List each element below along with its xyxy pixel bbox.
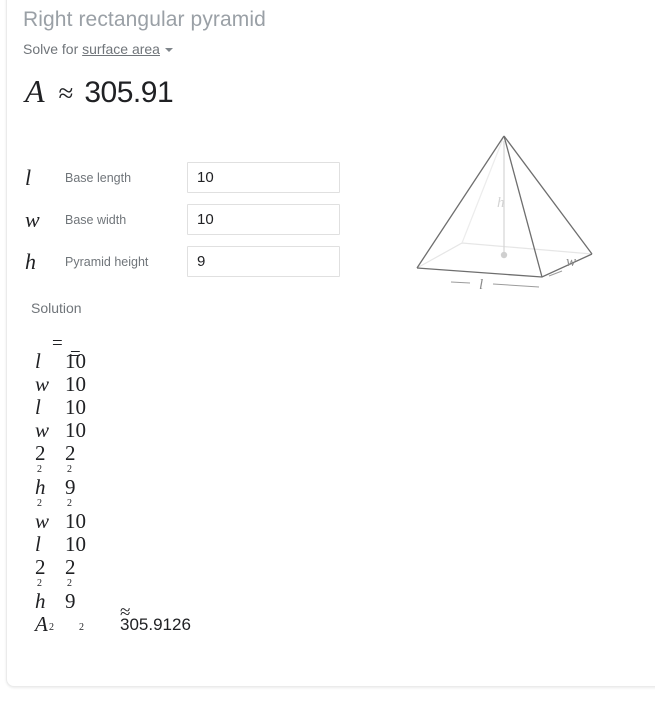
- result-symbol: A: [25, 73, 45, 109]
- solution-rows: l 10 w 10 l 10 w 10 2 2 2 2 h 9 2 2 w 10 l 10 2 2 2 2 h 9: [25, 350, 345, 613]
- page-title: Right rectangular pyramid: [23, 8, 266, 31]
- solution-label: Solution: [31, 300, 82, 316]
- solve-for-label: Solve for: [23, 41, 79, 57]
- solution-row-term-b: 9: [65, 475, 76, 499]
- solution-row: w 10: [25, 510, 345, 533]
- solution-row-term-b: 2: [65, 555, 76, 579]
- solution-row-term-a: w: [35, 418, 50, 442]
- solution-row: l 10: [25, 350, 345, 373]
- length-leader-right: [492, 283, 540, 288]
- pyramid-svg: l w h: [416, 135, 593, 293]
- field-row-pyramid-height: h Pyramid height: [25, 246, 355, 277]
- pyramid-lateral-edge-front: [503, 135, 543, 278]
- field-row-base-length: l Base length: [25, 162, 355, 193]
- field-symbol-h: h: [25, 248, 36, 274]
- diagram-label-length: l: [479, 277, 483, 293]
- base-width-input[interactable]: [187, 204, 340, 235]
- solution-row: l 10: [25, 533, 345, 556]
- solution-row-term-b: 10: [65, 349, 86, 373]
- pyramid-lateral-edge-left: [416, 135, 505, 269]
- final-symbol: A: [35, 612, 48, 636]
- field-label-pyramid-height: Pyramid height: [65, 254, 149, 269]
- solution-body: = = l 10 w 10 l 10 w 10 2 2 2 2 h 9 2 2 w 10 l 10 2 2 2 2 h 9 ≈ A…: [25, 333, 345, 636]
- calculator-card: Right rectangular pyramid Solve for surf…: [6, 0, 655, 687]
- solution-row-term-b: 9: [65, 589, 76, 613]
- solution-row-term-b: 10: [65, 395, 86, 419]
- pyramid-height-input[interactable]: [187, 246, 340, 277]
- solve-for-dropdown[interactable]: surface area: [82, 41, 160, 57]
- diagram-label-height: h: [497, 195, 505, 211]
- field-row-base-width: w Base width: [25, 204, 355, 235]
- field-symbol-l: l: [25, 164, 32, 190]
- field-label-base-width: Base width: [65, 212, 127, 227]
- solution-row-term-b: 10: [65, 418, 86, 442]
- field-label-base-length: Base length: [65, 170, 132, 185]
- diagram-label-width: w: [566, 254, 576, 270]
- solution-row-term-a: h: [35, 589, 46, 613]
- solution-exponent-a: 2: [37, 578, 42, 589]
- solution-exponent-a: 2: [37, 498, 42, 509]
- chevron-down-icon[interactable]: [164, 48, 173, 52]
- solution-row-term-a: l: [35, 532, 41, 556]
- final-value: 305.9126: [120, 615, 191, 634]
- solution-row-term-a: w: [35, 509, 50, 533]
- pyramid-lateral-edge-right: [503, 135, 593, 255]
- solution-exponent-b: 2: [67, 464, 72, 475]
- final-sub-b: 2: [79, 622, 84, 633]
- length-leader-left: [450, 281, 471, 284]
- solution-row-term-b: 10: [65, 532, 86, 556]
- solution-row: w 10: [25, 373, 345, 396]
- solution-exponent-b: 2: [67, 578, 72, 589]
- solution-row: 22: [25, 556, 345, 579]
- solution-row: h9: [25, 476, 345, 499]
- solution-exponent-a: 2: [37, 464, 42, 475]
- solution-row: 22: [25, 442, 345, 465]
- solution-row-term-a: 2: [35, 441, 46, 465]
- solution-row-term-b: 2: [65, 441, 76, 465]
- solution-exponent-b: 2: [67, 498, 72, 509]
- solve-for-row: Solve for surface area: [23, 41, 173, 57]
- solution-row: l 10: [25, 396, 345, 419]
- solution-final-row: ≈ A 305.9126 2 2: [25, 602, 345, 636]
- final-sub-a: 2: [49, 622, 54, 633]
- solution-row: h9: [25, 590, 345, 613]
- solution-row-term-b: 10: [65, 509, 86, 533]
- right-rectangular-pyramid-diagram: l w h: [399, 119, 619, 299]
- result-value: 305.91: [84, 76, 174, 109]
- solution-row-term-a: h: [35, 475, 46, 499]
- solution-row-term-b: 10: [65, 372, 86, 396]
- solution-row-term-a: l: [35, 349, 41, 373]
- base-length-input[interactable]: [187, 162, 340, 193]
- solution-row: w 10: [25, 419, 345, 442]
- solution-row-term-a: w: [35, 372, 50, 396]
- solution-row-term-a: l: [35, 395, 41, 419]
- solution-row-term-a: 2: [35, 555, 46, 579]
- field-symbol-w: w: [25, 206, 40, 232]
- result-line: A ≈305.91: [25, 73, 174, 110]
- result-relation: ≈: [58, 78, 74, 108]
- pyramid-base-center-point: [500, 251, 508, 259]
